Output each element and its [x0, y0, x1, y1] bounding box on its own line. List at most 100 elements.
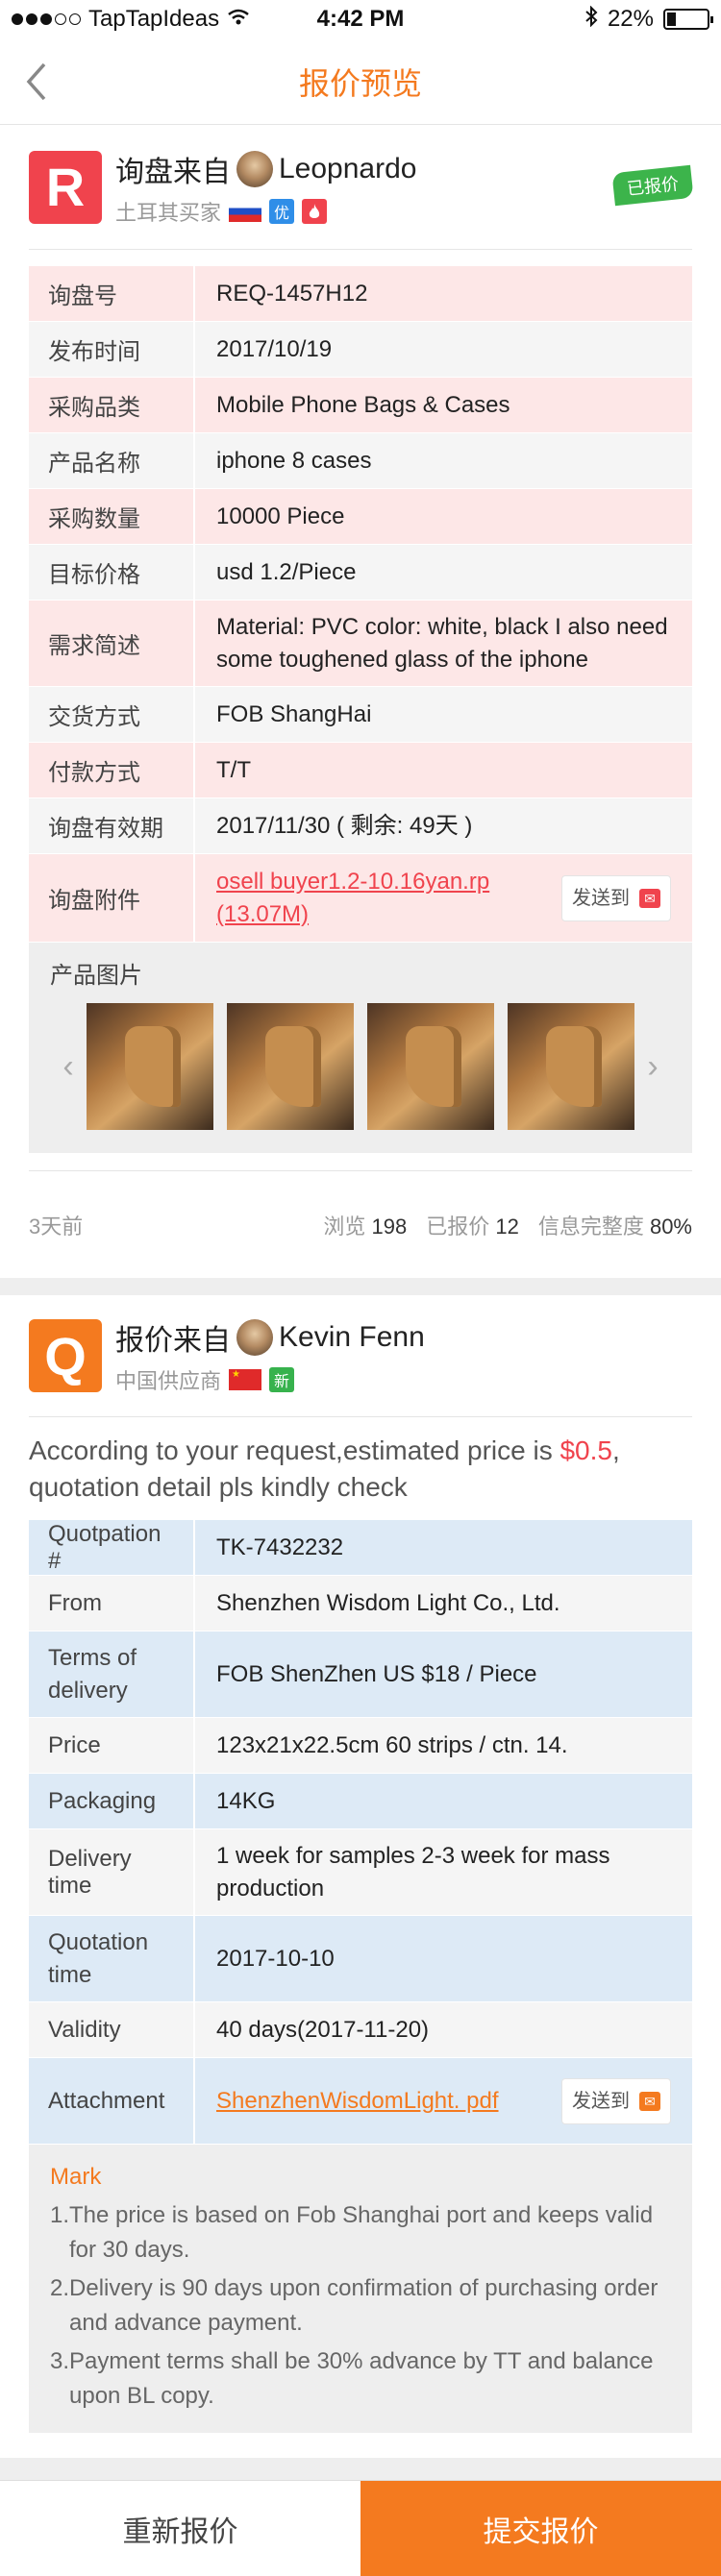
row-value: usd 1.2/Piece [194, 544, 692, 601]
row-value: Mobile Phone Bags & Cases [194, 377, 692, 433]
table-row: Validity 40 days(2017-11-20) [29, 2001, 692, 2058]
table-row: Packaging 14KG [29, 1773, 692, 1829]
send-to-button[interactable]: 发送到 ✉ [561, 874, 671, 921]
quotation-table: Quotpation # TK-7432232 From Shenzhen Wisd… [29, 1519, 692, 2145]
row-value: FOB ShenZhen US $18 / Piece [194, 1631, 692, 1718]
quoted-label: 已报价 [426, 1214, 490, 1239]
inquiry-table: 询盘号 REQ-1457H12 发布时间 2017/10/19 采购品类 Mobile… [29, 265, 692, 943]
table-row: Delivery time 1 week for samples 2-3 week… [29, 1828, 692, 1916]
row-label: 采购数量 [29, 488, 195, 545]
product-image[interactable] [227, 1003, 354, 1130]
china-flag-icon: ★ [229, 1369, 262, 1390]
inquiry-card: R 询盘来自 Leopnardo 土耳其买家 优 已报价 询盘号 REQ-1457… [0, 125, 721, 1278]
buyer-name[interactable]: Leopnardo [279, 153, 416, 185]
section-divider [0, 1278, 721, 1295]
table-row: 采购数量 10000 Piece [29, 488, 692, 545]
row-label: 发布时间 [29, 321, 195, 378]
product-image[interactable] [508, 1003, 634, 1130]
completeness-label: 信息完整度 [537, 1214, 644, 1239]
row-value: 2017/10/19 [194, 321, 692, 378]
mark-item: 3.Payment terms shall be 30% advance by … [50, 2348, 654, 2409]
estimated-price: $0.5 [559, 1435, 612, 1465]
requote-button[interactable]: 重新报价 [0, 2481, 360, 2576]
table-row: From Shenzhen Wisdom Light Co., Ltd. [29, 1575, 692, 1631]
row-label: 交货方式 [29, 686, 195, 743]
signal-icon [12, 13, 81, 25]
inquiry-attachment-link[interactable]: osell buyer1.2-10.16yan.rp (13.07M) [216, 866, 552, 931]
hot-badge [302, 198, 328, 224]
carousel-next-button[interactable]: › [634, 1048, 671, 1086]
row-value: TK-7432232 [194, 1519, 692, 1576]
photo-carousel: ‹ › [50, 1003, 671, 1130]
supplier-type: 中国供应商 [115, 1369, 222, 1393]
row-label: Validity [29, 2001, 195, 2058]
quotation-summary: According to your request,estimated pric… [29, 1416, 692, 1519]
row-value: REQ-1457H12 [194, 265, 692, 322]
table-row: 目标价格 usd 1.2/Piece [29, 544, 692, 601]
table-row: 发布时间 2017/10/19 [29, 321, 692, 378]
row-value: 2017-10-10 [194, 1915, 692, 2002]
carrier-name: TapTapIdeas [88, 6, 220, 32]
table-row: 采购品类 Mobile Phone Bags & Cases [29, 377, 692, 433]
back-button[interactable] [17, 58, 56, 106]
row-value: 1 week for samples 2-3 week for mass pro… [194, 1828, 692, 1916]
avatar [236, 1319, 273, 1356]
quotation-attachment-link[interactable]: ShenzhenWisdomLight. pdf [216, 2085, 505, 2118]
send-to-button[interactable]: 发送到 ✉ [561, 2077, 671, 2124]
submit-quote-button[interactable]: 提交报价 [360, 2481, 721, 2576]
product-image[interactable] [87, 1003, 213, 1130]
row-value: Shenzhen Wisdom Light Co., Ltd. [194, 1575, 692, 1631]
row-value: 10000 Piece [194, 488, 692, 545]
row-label: Terms of delivery [29, 1631, 195, 1718]
new-badge: 新 [269, 1367, 295, 1392]
row-label: Quotation time [29, 1915, 195, 2002]
row-label: 询盘号 [29, 265, 195, 322]
row-value: Material: PVC color: white, black I also… [194, 600, 692, 687]
avatar [236, 150, 273, 187]
inquiry-from-label: 询盘来自 [115, 156, 231, 188]
row-value: FOB ShangHai [194, 686, 692, 743]
product-image[interactable] [367, 1003, 494, 1130]
completeness-value: 80% [649, 1214, 692, 1239]
table-row: 付款方式 T/T [29, 742, 692, 798]
bluetooth-icon [584, 5, 598, 34]
row-label: From [29, 1575, 195, 1631]
row-label: 目标价格 [29, 544, 195, 601]
table-row: Terms of delivery FOB ShenZhen US $18 / P… [29, 1631, 692, 1718]
quotation-from-label: 报价来自 [115, 1325, 231, 1357]
mark-item: 1.The price is based on Fob Shanghai por… [50, 2202, 654, 2263]
send-to-label: 发送到 [572, 887, 630, 909]
quotation-logo: Q [29, 1319, 102, 1392]
row-label: 付款方式 [29, 742, 195, 798]
carousel-prev-button[interactable]: ‹ [50, 1048, 87, 1086]
table-row: Quotpation # TK-7432232 [29, 1519, 692, 1576]
row-value: 123x21x22.5cm 60 strips / ctn. 14. [194, 1717, 692, 1774]
inquiry-logo: R [29, 150, 102, 224]
views-label: 浏览 [323, 1214, 366, 1239]
row-value: 14KG [194, 1773, 692, 1829]
inquiry-stats: 3天前 浏览 198 已报价 12 信息完整度 80% [29, 1170, 692, 1278]
row-label: 采购品类 [29, 377, 195, 433]
row-label: Price [29, 1717, 195, 1774]
mark-item: 2.Delivery is 90 days upon confirmation … [50, 2275, 659, 2336]
supplier-name[interactable]: Kevin Fenn [279, 1321, 425, 1354]
views-count: 198 [371, 1214, 408, 1239]
quoted-count: 12 [495, 1214, 519, 1239]
attachment-row: Attachment ShenzhenWisdomLight. pdf 发送到 … [29, 2057, 692, 2145]
status-bar: TapTapIdeas 4:42 PM 22% [0, 0, 721, 38]
buyer-type: 土耳其买家 [115, 200, 222, 225]
row-label: 产品名称 [29, 432, 195, 489]
table-row: Quotation time 2017-10-10 [29, 1915, 692, 2002]
inquiry-header: R 询盘来自 Leopnardo 土耳其买家 优 已报价 [29, 125, 694, 250]
bottom-action-bar: 重新报价 提交报价 [0, 2480, 721, 2576]
attachment-label: Attachment [29, 2057, 195, 2145]
row-label: 询盘有效期 [29, 797, 195, 854]
attachment-row: 询盘附件 osell buyer1.2-10.16yan.rp (13.07M)… [29, 853, 692, 943]
row-value: 2017/11/30 ( 剩余: 49天 ) [194, 797, 692, 854]
row-label: 需求简述 [29, 600, 195, 687]
row-value: 40 days(2017-11-20) [194, 2001, 692, 2058]
table-row: 交货方式 FOB ShangHai [29, 686, 692, 743]
battery-percent: 22% [607, 6, 654, 32]
wifi-icon [227, 6, 250, 33]
premium-badge: 优 [269, 198, 295, 224]
